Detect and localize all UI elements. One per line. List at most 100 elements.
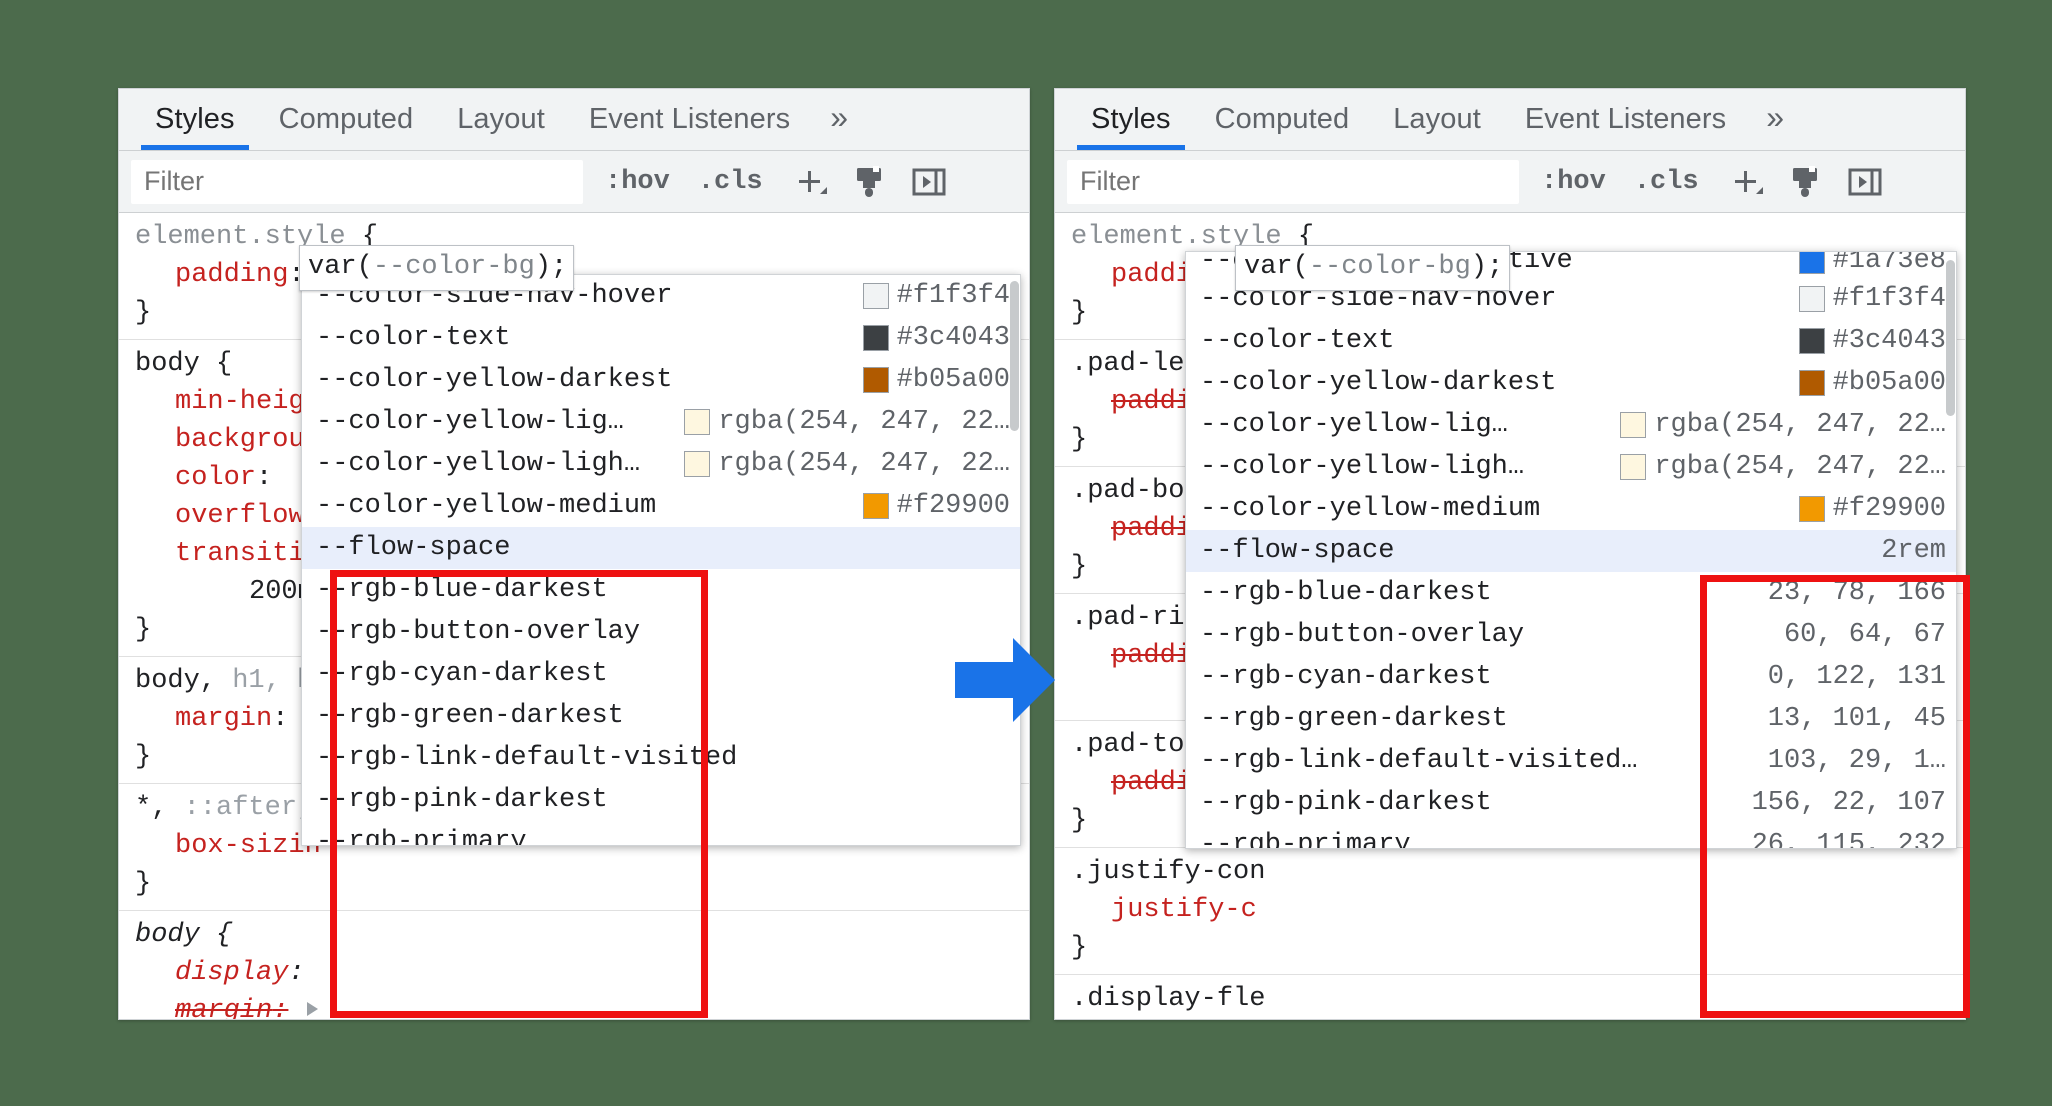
autocomplete-value-text: #f1f3f4 — [896, 281, 1010, 311]
autocomplete-row[interactable]: --color-yellow-ligh… rgba(254, 247, 22… — [1186, 446, 1956, 488]
autocomplete-row[interactable]: --rgb-primary 26, 115, 232 — [1186, 824, 1956, 848]
hov-button-left[interactable]: :hov — [599, 167, 676, 197]
css-rule-display-flex: .display-fle — [1055, 975, 1965, 1019]
expand-arrow-icon[interactable] — [306, 1002, 318, 1016]
autocomplete-row[interactable]: --rgb-cyan-darkest 0, 122, 131 — [1186, 656, 1956, 698]
autocomplete-value-text: #b05a00 — [896, 365, 1010, 395]
autocomplete-row[interactable]: --color-yellow-darkest #b05a00 — [302, 359, 1020, 401]
tab-styles-right[interactable]: Styles — [1069, 89, 1193, 150]
autocomplete-value-text: rgba(254, 247, 22… — [1654, 452, 1946, 482]
autocomplete-row[interactable]: --flow-space 2rem — [1186, 530, 1956, 572]
autocomplete-row[interactable]: --rgb-blue-darkest — [302, 569, 1020, 611]
autocomplete-value-text: 60, 64, 67 — [1783, 620, 1946, 650]
autocomplete-value-text: 2rem — [1881, 536, 1946, 566]
tab-computed-right[interactable]: Computed — [1193, 89, 1372, 150]
autocomplete-var-value: #1a73e8 — [1798, 252, 1946, 278]
hov-button-right[interactable]: :hov — [1535, 167, 1612, 197]
autocomplete-row[interactable]: --color-yellow-lig… rgba(254, 247, 22… — [302, 401, 1020, 443]
autocomplete-row[interactable]: --color-yellow-darkest #b05a00 — [1186, 362, 1956, 404]
autocomplete-var-value: #3c4043 — [1798, 322, 1946, 360]
css-variable-autocomplete-left[interactable]: --color-side-nav-hover #f1f3f4 --color-tex… — [301, 274, 1021, 846]
tab-label: Styles — [1091, 103, 1171, 135]
blue-right-arrow-icon — [955, 638, 1055, 722]
screenshot-root: Styles Computed Layout Event Listeners »… — [0, 0, 2052, 1106]
tab-event-listeners-left[interactable]: Event Listeners — [567, 89, 812, 150]
filter-input-right[interactable] — [1067, 159, 1519, 204]
autocomplete-value-text: #f29900 — [896, 491, 1010, 521]
devtools-styles-panel-after: Styles Computed Layout Event Listeners »… — [1054, 88, 1966, 1020]
css-rules-area-left[interactable]: element.style { padding: } body { min-he… — [119, 213, 1029, 1019]
tab-label: Event Listeners — [588, 103, 791, 135]
autocomplete-var-value: 13, 101, 45 — [1768, 700, 1946, 738]
tab-event-listeners-right[interactable]: Event Listeners — [1503, 89, 1748, 150]
autocomplete-var-name: --color-yellow-lig… — [316, 407, 624, 437]
color-swatch — [1798, 286, 1825, 312]
tab-computed-left[interactable]: Computed — [257, 89, 436, 150]
tab-layout-right[interactable]: Layout — [1371, 89, 1503, 150]
color-swatch — [684, 451, 711, 477]
cls-button-right[interactable]: .cls — [1628, 167, 1705, 197]
autocomplete-row[interactable]: --rgb-green-darkest — [302, 695, 1020, 737]
autocomplete-row[interactable]: --rgb-pink-darkest — [302, 779, 1020, 821]
css-rule-body-ua: body { display: margin: — [119, 911, 1029, 1019]
autocomplete-var-value: 60, 64, 67 — [1784, 616, 1946, 654]
tab-layout-left[interactable]: Layout — [435, 89, 567, 150]
autocomplete-row[interactable]: --flow-space — [302, 527, 1020, 569]
autocomplete-scrollbar-left[interactable] — [1010, 281, 1019, 431]
editor-close-text: ) — [1470, 252, 1488, 282]
autocomplete-row[interactable]: --rgb-green-darkest 13, 101, 45 — [1186, 698, 1956, 740]
editor-fn-text: var( — [308, 252, 373, 282]
cls-button-left[interactable]: .cls — [692, 167, 769, 197]
autocomplete-value-text: #3c4043 — [1832, 326, 1946, 356]
filter-input-left[interactable] — [131, 159, 583, 204]
autocomplete-value-text: 0, 122, 131 — [1767, 662, 1946, 692]
styles-toolbar-right: :hov .cls — [1055, 151, 1965, 213]
panel-tabstrip-right: Styles Computed Layout Event Listeners » — [1055, 89, 1965, 151]
autocomplete-row[interactable]: --rgb-button-overlay — [302, 611, 1020, 653]
autocomplete-value-text: #f1f3f4 — [1832, 284, 1946, 314]
autocomplete-row[interactable]: --rgb-pink-darkest 156, 22, 107 — [1186, 782, 1956, 824]
autocomplete-row[interactable]: --color-yellow-medium #f29900 — [302, 485, 1020, 527]
plus-icon[interactable] — [1725, 160, 1765, 204]
autocomplete-row[interactable]: --rgb-cyan-darkest — [302, 653, 1020, 695]
autocomplete-row[interactable]: --rgb-primary — [302, 821, 1020, 845]
toggle-sidebar-icon[interactable] — [909, 160, 949, 204]
autocomplete-var-value: #f29900 — [862, 487, 1010, 525]
autocomplete-var-name: --rgb-blue-darkest — [1200, 578, 1492, 608]
autocomplete-row[interactable]: --color-yellow-ligh… rgba(254, 247, 22… — [302, 443, 1020, 485]
autocomplete-var-value: rgba(254, 247, 22… — [684, 403, 1010, 441]
tab-styles-left[interactable]: Styles — [133, 89, 257, 150]
plus-icon[interactable] — [789, 160, 829, 204]
autocomplete-value-text: #f29900 — [1832, 494, 1946, 524]
autocomplete-row[interactable]: --rgb-link-default-visited… 103, 29, 1… — [1186, 740, 1956, 782]
autocomplete-row[interactable]: --rgb-button-overlay 60, 64, 67 — [1186, 614, 1956, 656]
autocomplete-value-text: #3c4043 — [896, 323, 1010, 353]
color-swatch — [1620, 412, 1647, 438]
autocomplete-var-name: --rgb-blue-darkest — [316, 575, 608, 605]
autocomplete-row[interactable]: --color-yellow-medium #f29900 — [1186, 488, 1956, 530]
padding-value-editor-right[interactable]: var(--color-bg); — [1235, 245, 1511, 291]
padding-value-editor-left[interactable]: var(--color-bg); — [299, 245, 575, 291]
autocomplete-row[interactable]: --color-yellow-lig… rgba(254, 247, 22… — [1186, 404, 1956, 446]
autocomplete-row[interactable]: --color-text #3c4043 — [302, 317, 1020, 359]
autocomplete-row[interactable]: --rgb-link-default-visited — [302, 737, 1020, 779]
toggle-sidebar-icon[interactable] — [1845, 160, 1885, 204]
tab-label: Computed — [1214, 103, 1350, 135]
autocomplete-scrollbar-right[interactable] — [1946, 260, 1955, 416]
css-variable-autocomplete-right[interactable]: --color-side-nav-active #1a73e8 --color-… — [1185, 251, 1957, 849]
tabs-overflow-chevron-icon[interactable]: » — [812, 101, 866, 133]
autocomplete-row[interactable]: --color-text #3c4043 — [1186, 320, 1956, 362]
css-rule-justify-content: .justify-con justify-c } — [1055, 848, 1965, 975]
autocomplete-var-value: rgba(254, 247, 22… — [1620, 448, 1946, 486]
css-rules-area-right[interactable]: element.style { padding: } .pad-left-40 … — [1055, 213, 1965, 1019]
color-swatch — [684, 409, 711, 435]
paintbrush-icon[interactable] — [1785, 160, 1825, 204]
paintbrush-icon[interactable] — [849, 160, 889, 204]
tabs-overflow-chevron-icon[interactable]: » — [1748, 101, 1802, 133]
autocomplete-row[interactable]: --rgb-blue-darkest 23, 78, 166 — [1186, 572, 1956, 614]
autocomplete-var-name: --color-yellow-medium — [316, 491, 657, 521]
autocomplete-var-value: 156, 22, 107 — [1752, 784, 1946, 822]
autocomplete-var-value: 26, 115, 232 — [1752, 826, 1946, 848]
editor-var-text: --color-bg — [372, 252, 535, 282]
editor-semi-text: ; — [1487, 252, 1504, 282]
